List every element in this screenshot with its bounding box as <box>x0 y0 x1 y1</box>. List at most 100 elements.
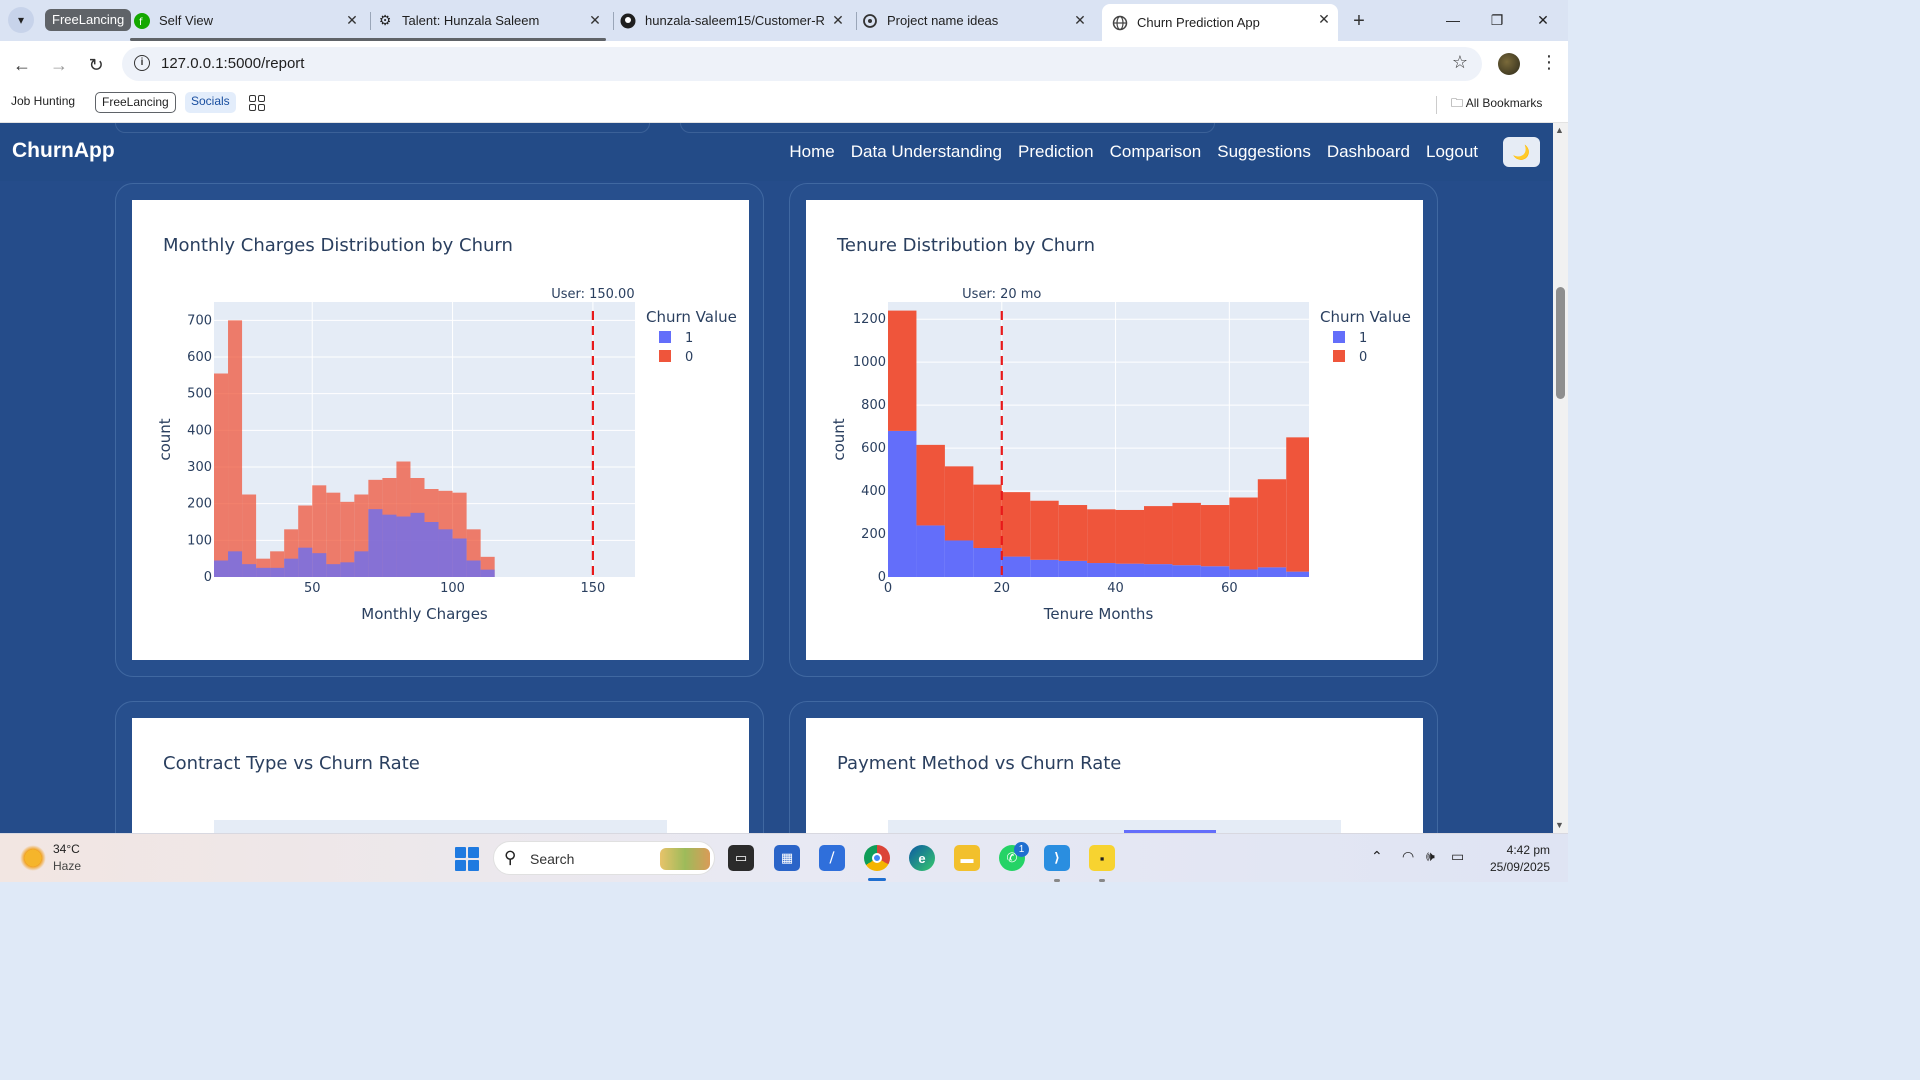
clock[interactable]: 4:42 pm 25/09/2025 <box>1470 842 1550 876</box>
vscode-icon[interactable]: ⟩ <box>1044 845 1070 871</box>
nav-data-understanding[interactable]: Data Understanding <box>851 142 1002 162</box>
x-axis-title: Monthly Charges <box>361 605 488 623</box>
histogram-bar-churn-0 <box>1058 505 1088 561</box>
tab-talent[interactable]: ⚙ Talent: Hunzala Saleem ✕ <box>377 5 609 36</box>
scroll-up-icon[interactable]: ▲ <box>1555 125 1564 135</box>
x-tick-label: 40 <box>1107 581 1124 596</box>
taskbar-search[interactable]: ⚲ Search <box>493 841 715 875</box>
forward-button[interactable]: → <box>45 51 73 79</box>
close-tab-icon[interactable]: ✕ <box>344 12 360 28</box>
url-text[interactable]: 127.0.0.1:5000/report <box>161 55 304 72</box>
reload-button[interactable]: ↻ <box>82 51 110 79</box>
chart-card-tenure: Tenure Distribution by Churn 0 200 400 600 8… <box>789 183 1438 677</box>
volume-icon[interactable]: 🕪 <box>1426 848 1435 865</box>
windows-taskbar: 34°C Haze ⚲ Search ▭ ▦ ⧸ e ▬ ✆ 1 ⟩ ▪ ⌃ ◠… <box>0 833 1568 882</box>
edge-icon[interactable]: e <box>909 845 935 871</box>
previous-card-edge <box>115 123 650 133</box>
histogram-bar-churn-1 <box>410 512 425 577</box>
chart-card-contract: Contract Type vs Churn Rate <box>115 701 764 833</box>
chart-title-contract: Contract Type vs Churn Rate <box>163 753 420 774</box>
histogram-bar-churn-1 <box>214 560 229 577</box>
task-view-icon[interactable]: ▭ <box>728 845 754 871</box>
histogram-bar-churn-1 <box>1172 565 1201 577</box>
chevron-down-icon: ▾ <box>17 13 25 27</box>
histogram-bar-churn-0 <box>1172 502 1201 566</box>
legend-swatch-0 <box>659 350 671 362</box>
histogram-bar-churn-0 <box>214 373 229 577</box>
tab-groups-icon[interactable] <box>249 95 265 111</box>
nav-dashboard[interactable]: Dashboard <box>1327 142 1410 162</box>
bookmark-job-hunting[interactable]: Job Hunting <box>5 92 81 113</box>
y-axis-title: count <box>156 418 174 460</box>
minimize-button[interactable]: — <box>1430 8 1476 32</box>
close-tab-icon[interactable]: ✕ <box>1072 12 1088 28</box>
all-bookmarks-button[interactable]: 🗀 All Bookmarks <box>1451 94 1542 115</box>
histogram-bar-churn-1 <box>452 538 467 577</box>
bookmark-freelancing[interactable]: FreeLancing <box>95 92 176 113</box>
close-tab-icon[interactable]: ✕ <box>1316 11 1332 27</box>
search-icon: ⚲ <box>504 848 517 867</box>
back-button[interactable]: ← <box>8 51 36 79</box>
page-scrollbar[interactable]: ▲ ▼ <box>1553 123 1568 833</box>
nav-logout[interactable]: Logout <box>1426 142 1478 162</box>
histogram-bar-churn-1 <box>340 562 355 577</box>
plot-area-payment <box>888 820 1341 833</box>
weather-temperature[interactable]: 34°C <box>53 842 80 856</box>
nav-suggestions[interactable]: Suggestions <box>1217 142 1311 162</box>
tab-github[interactable]: hunzala-saleem15/Customer-Re ✕ <box>620 5 852 36</box>
restore-button[interactable]: ❐ <box>1474 8 1520 32</box>
profile-avatar[interactable] <box>1498 53 1520 75</box>
y-tick-label: 300 <box>187 460 212 475</box>
legend-swatch-1 <box>1333 331 1345 343</box>
battery-icon[interactable]: ▭ <box>1451 848 1464 865</box>
tray-overflow-icon[interactable]: ⌃ <box>1371 848 1383 865</box>
close-tab-icon[interactable]: ✕ <box>830 12 846 28</box>
active-app-indicator <box>868 878 886 881</box>
histogram-bar-churn-1 <box>1200 566 1230 577</box>
store-icon[interactable]: ▦ <box>774 845 800 871</box>
moon-icon: 🌙 <box>1512 144 1531 160</box>
chart-panel-payment: Payment Method vs Churn Rate <box>806 718 1423 833</box>
nav-comparison[interactable]: Comparison <box>1110 142 1202 162</box>
user-annotation: User: 20 mo <box>962 287 1041 302</box>
chrome-icon[interactable] <box>864 845 890 871</box>
omnibox[interactable]: i 127.0.0.1:5000/report ☆ <box>122 47 1482 81</box>
close-window-button[interactable]: ✕ <box>1520 8 1566 32</box>
histogram-bar-churn-1 <box>1257 567 1287 577</box>
running-indicator <box>1054 879 1060 882</box>
brand-logo[interactable]: ChurnApp <box>12 139 115 163</box>
nav-home[interactable]: Home <box>789 142 834 162</box>
close-tab-icon[interactable]: ✕ <box>587 12 603 28</box>
histogram-bar-churn-1 <box>973 547 1002 577</box>
histogram-bar-churn-1 <box>944 540 974 577</box>
tab-self-view[interactable]: f Self View ✕ <box>134 5 366 36</box>
x-tick-label: 20 <box>994 581 1011 596</box>
theme-toggle-button[interactable]: 🌙 <box>1503 137 1540 167</box>
nav-prediction[interactable]: Prediction <box>1018 142 1094 162</box>
bookmark-socials[interactable]: Socials <box>185 92 236 113</box>
file-explorer-icon[interactable]: ▬ <box>954 845 980 871</box>
histogram-bar-churn-1 <box>228 551 243 577</box>
weather-condition[interactable]: Haze <box>53 859 81 873</box>
scroll-down-icon[interactable]: ▼ <box>1555 820 1564 830</box>
wifi-icon[interactable]: ◠ <box>1402 848 1414 865</box>
bookmark-star-icon[interactable]: ☆ <box>1452 52 1468 73</box>
histogram-bar-churn-0 <box>1144 506 1173 565</box>
tab-group-chip[interactable]: FreeLancing <box>45 9 132 31</box>
scrollbar-thumb[interactable] <box>1556 287 1565 399</box>
start-button[interactable] <box>455 847 479 871</box>
tenure-chart: 0 200 400 600 800 1000 1200 0 20 40 60 User: 20 mo T… <box>830 287 1411 623</box>
legend-label-1: 1 <box>1359 331 1367 346</box>
weather-sun-icon[interactable] <box>20 845 46 871</box>
ai-tool-icon[interactable]: ⧸ <box>819 845 845 871</box>
new-tab-button[interactable]: + <box>1346 8 1372 34</box>
tab-search-button[interactable]: ▾ <box>8 7 34 33</box>
tab-churn-app[interactable]: Churn Prediction App ✕ <box>1102 4 1338 41</box>
tab-project-ideas[interactable]: Project name ideas ✕ <box>862 5 1094 36</box>
site-info-icon[interactable]: i <box>134 55 150 71</box>
menu-kebab-icon[interactable]: ⋮ <box>1540 52 1558 73</box>
chart-card-monthly: Monthly Charges Distribution by Churn 01… <box>115 183 764 677</box>
sticky-notes-icon[interactable]: ▪ <box>1089 845 1115 871</box>
y-axis-title: count <box>830 418 848 460</box>
y-tick-label: 0 <box>204 570 212 585</box>
